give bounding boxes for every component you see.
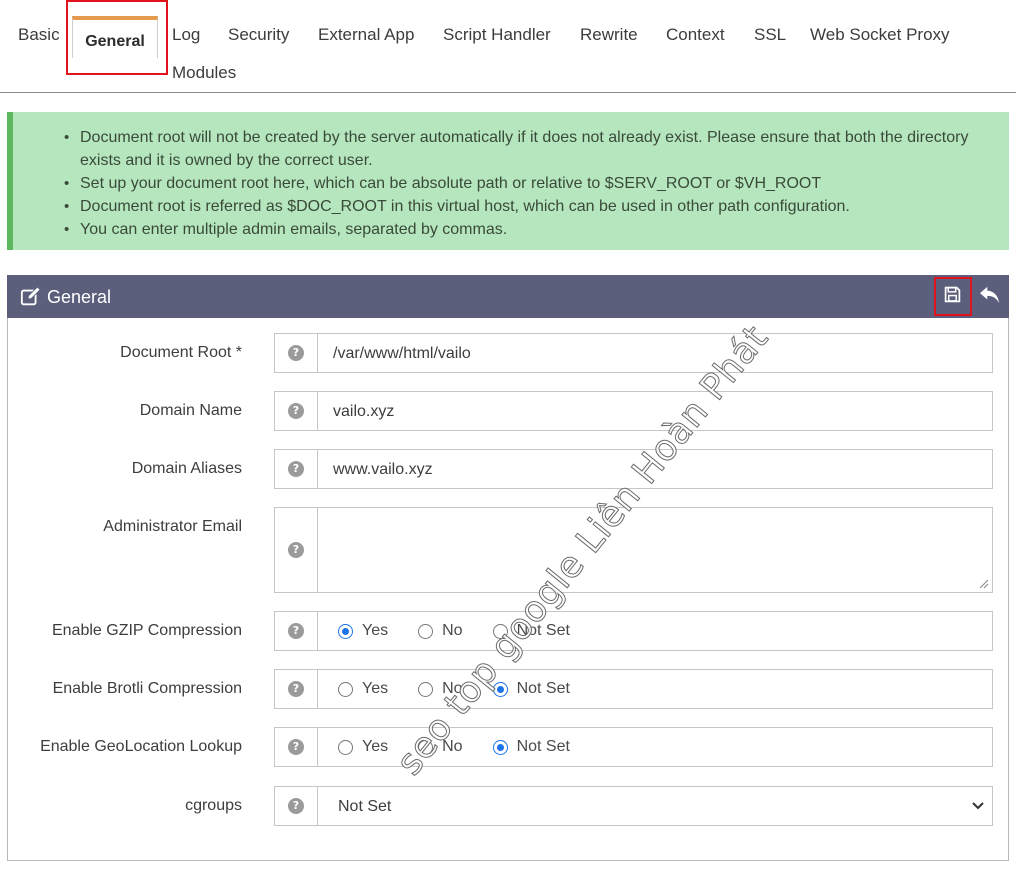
help-icon: ? (288, 542, 304, 558)
info-list: Document root will not be created by the… (64, 126, 985, 241)
tab-log[interactable]: Log (172, 25, 200, 45)
gzip-option-yes[interactable]: Yes (338, 622, 388, 640)
help-icon: ? (288, 345, 304, 361)
chevron-down-icon (972, 802, 984, 810)
resize-handle-icon[interactable] (979, 579, 989, 589)
tab-modules[interactable]: Modules (172, 63, 236, 83)
cgroups-label: cgroups (185, 797, 242, 814)
help-icon: ? (288, 403, 304, 419)
help-button[interactable]: ? (274, 391, 318, 431)
row-cgroups: cgroups ? Not Set (8, 786, 1008, 826)
brotli-option-not-set[interactable]: Not Set (492, 680, 570, 698)
domain-aliases-input[interactable]: www.vailo.xyz (318, 449, 993, 489)
gzip-option-no[interactable]: No (418, 622, 463, 640)
panel-title: General (47, 287, 112, 307)
geolocation-option-not-set[interactable]: Not Set (492, 738, 570, 756)
domain-name-value: vailo.xyz (333, 403, 395, 420)
admin-email-textarea[interactable] (318, 507, 993, 593)
tab-rewrite[interactable]: Rewrite (580, 25, 638, 45)
cgroups-selected-value: Not Set (338, 798, 392, 815)
geolocation-option-yes[interactable]: Yes (338, 738, 388, 756)
help-icon: ? (288, 739, 304, 755)
general-panel: General Document Root * ? /var/www/html/… (7, 275, 1009, 861)
radio-button[interactable] (338, 739, 353, 755)
admin-email-label: Administrator Email (103, 518, 242, 535)
option-label: Not Set (516, 738, 570, 755)
panel-header: General (7, 275, 1009, 318)
brotli-label: Enable Brotli Compression (52, 680, 242, 697)
option-label: Not Set (516, 622, 570, 639)
tab-general[interactable]: General (72, 16, 158, 58)
gzip-label: Enable GZIP Compression (51, 622, 242, 639)
row-domain-name: Domain Name ? vailo.xyz (8, 391, 1008, 431)
help-button[interactable]: ? (274, 611, 318, 651)
document-root-input[interactable]: /var/www/html/vailo (318, 333, 993, 373)
domain-name-input[interactable]: vailo.xyz (318, 391, 993, 431)
gzip-radio-group: Yes No Not Set (318, 611, 993, 651)
help-icon: ? (288, 681, 304, 697)
tab-context[interactable]: Context (666, 25, 725, 45)
brotli-radio-group: Yes No Not Set (318, 669, 993, 709)
info-item: Document root will not be created by the… (64, 126, 985, 172)
domain-aliases-label: Domain Aliases (131, 460, 242, 477)
info-item: Document root is referred as $DOC_ROOT i… (64, 195, 985, 218)
radio-button[interactable] (418, 681, 434, 697)
row-admin-email: Administrator Email ? (8, 507, 1008, 593)
undo-icon[interactable] (979, 285, 1001, 305)
brotli-option-yes[interactable]: Yes (338, 680, 388, 698)
cgroups-select[interactable]: Not Set (318, 786, 993, 826)
row-brotli: Enable Brotli Compression ? Yes No Not S… (8, 669, 1008, 709)
help-button[interactable]: ? (274, 727, 318, 767)
option-label: Not Set (516, 680, 570, 697)
tab-security[interactable]: Security (228, 25, 289, 45)
option-label: Yes (362, 680, 389, 697)
help-button[interactable]: ? (274, 669, 318, 709)
row-geolocation: Enable GeoLocation Lookup ? Yes No Not S… (8, 727, 1008, 767)
gzip-option-not-set[interactable]: Not Set (492, 622, 570, 640)
option-label: No (442, 622, 463, 639)
help-button[interactable]: ? (274, 786, 318, 826)
help-icon: ? (288, 461, 304, 477)
help-icon: ? (288, 798, 304, 814)
edit-icon (20, 286, 41, 306)
document-root-label: Document Root * (120, 344, 242, 361)
row-gzip: Enable GZIP Compression ? Yes No Not Set (8, 611, 1008, 651)
option-label: No (442, 738, 463, 755)
tab-general-label: General (85, 33, 145, 50)
tab-ssl[interactable]: SSL (754, 25, 786, 45)
help-button[interactable]: ? (274, 507, 318, 593)
radio-button[interactable] (418, 623, 434, 639)
radio-button[interactable] (492, 681, 508, 697)
domain-name-label: Domain Name (139, 402, 242, 419)
radio-button[interactable] (338, 681, 353, 697)
save-icon[interactable] (944, 286, 961, 303)
geolocation-radio-group: Yes No Not Set (318, 727, 993, 767)
radio-button[interactable] (492, 739, 508, 755)
tab-external-app[interactable]: External App (318, 25, 414, 45)
geolocation-option-no[interactable]: No (418, 738, 463, 756)
info-box: Document root will not be created by the… (7, 112, 1009, 250)
document-root-value: /var/www/html/vailo (333, 345, 471, 362)
help-icon: ? (288, 623, 304, 639)
tab-basic[interactable]: Basic (18, 25, 60, 45)
row-document-root: Document Root * ? /var/www/html/vailo (8, 333, 1008, 373)
tab-web-socket-proxy[interactable]: Web Socket Proxy (810, 25, 950, 45)
option-label: No (442, 680, 463, 697)
option-label: Yes (362, 622, 389, 639)
radio-button[interactable] (338, 623, 353, 639)
help-button[interactable]: ? (274, 333, 318, 373)
tab-bar: Basic General Log Security External App … (0, 0, 1016, 93)
radio-button[interactable] (492, 623, 508, 639)
brotli-option-no[interactable]: No (418, 680, 463, 698)
help-button[interactable]: ? (274, 449, 318, 489)
info-item: You can enter multiple admin emails, sep… (64, 218, 985, 241)
info-item: Set up your document root here, which ca… (64, 172, 985, 195)
domain-aliases-value: www.vailo.xyz (333, 461, 433, 478)
radio-button[interactable] (418, 739, 434, 755)
tab-script-handler[interactable]: Script Handler (443, 25, 551, 45)
geolocation-label: Enable GeoLocation Lookup (40, 738, 242, 755)
row-domain-aliases: Domain Aliases ? www.vailo.xyz (8, 449, 1008, 489)
option-label: Yes (362, 738, 389, 755)
